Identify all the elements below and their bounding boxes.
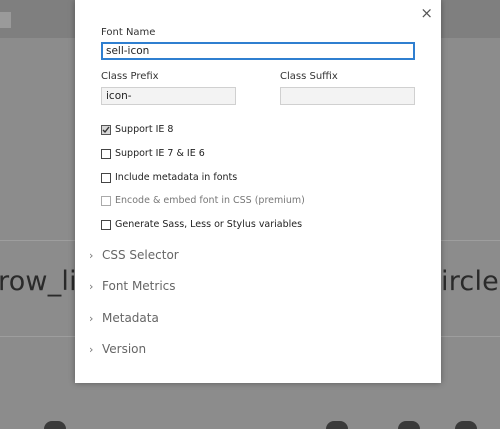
- class-suffix-input[interactable]: [280, 87, 415, 105]
- checkbox[interactable]: [101, 172, 111, 183]
- option-label: Support IE 7 & IE 6: [115, 148, 205, 159]
- section-label: Version: [102, 342, 147, 356]
- option-label: Encode & embed font in CSS (premium): [115, 195, 305, 206]
- option-label: Include metadata in fonts: [115, 172, 238, 183]
- background-glyph-name-left: row_li: [0, 266, 77, 297]
- section-metadata[interactable]: › Metadata: [89, 311, 159, 325]
- checkbox[interactable]: [101, 148, 111, 159]
- font-name-label: Font Name: [101, 27, 156, 38]
- class-prefix-label: Class Prefix: [101, 71, 159, 82]
- section-label: CSS Selector: [102, 248, 179, 262]
- option-label: Generate Sass, Less or Stylus variables: [115, 219, 303, 230]
- option-support-ie7-ie6[interactable]: Support IE 7 & IE 6: [101, 148, 205, 159]
- class-prefix-input[interactable]: [101, 87, 236, 105]
- checkbox-disabled: [101, 195, 111, 206]
- checkbox[interactable]: [101, 219, 111, 230]
- class-suffix-label: Class Suffix: [280, 71, 338, 82]
- option-encode-embed-font: Encode & embed font in CSS (premium): [101, 195, 305, 206]
- option-support-ie8[interactable]: Support IE 8: [101, 124, 173, 135]
- section-css-selector[interactable]: › CSS Selector: [89, 248, 179, 262]
- font-preferences-dialog: × Font Name Class Prefix Class Suffix Su…: [75, 0, 441, 383]
- option-generate-preprocessor-vars[interactable]: Generate Sass, Less or Stylus variables: [101, 219, 302, 230]
- section-label: Font Metrics: [102, 279, 176, 293]
- background-glyph: [44, 421, 66, 429]
- chevron-right-icon: ›: [89, 248, 94, 262]
- background-glyph: [326, 421, 348, 429]
- background-glyph-name-right: ircle: [441, 266, 499, 297]
- section-font-metrics[interactable]: › Font Metrics: [89, 279, 176, 293]
- chevron-right-icon: ›: [89, 311, 94, 325]
- checkmark-icon: [102, 126, 110, 133]
- background-glyph: [455, 421, 477, 429]
- background-tab: [0, 12, 11, 28]
- chevron-right-icon: ›: [89, 279, 94, 293]
- option-label: Support IE 8: [115, 124, 174, 135]
- option-include-metadata[interactable]: Include metadata in fonts: [101, 172, 237, 183]
- background-glyph: [398, 421, 420, 429]
- section-label: Metadata: [102, 311, 159, 325]
- checkbox-checked[interactable]: [101, 124, 111, 135]
- chevron-right-icon: ›: [89, 342, 94, 356]
- close-icon[interactable]: ×: [420, 4, 433, 22]
- section-version[interactable]: › Version: [89, 342, 146, 356]
- font-name-input[interactable]: [101, 42, 415, 60]
